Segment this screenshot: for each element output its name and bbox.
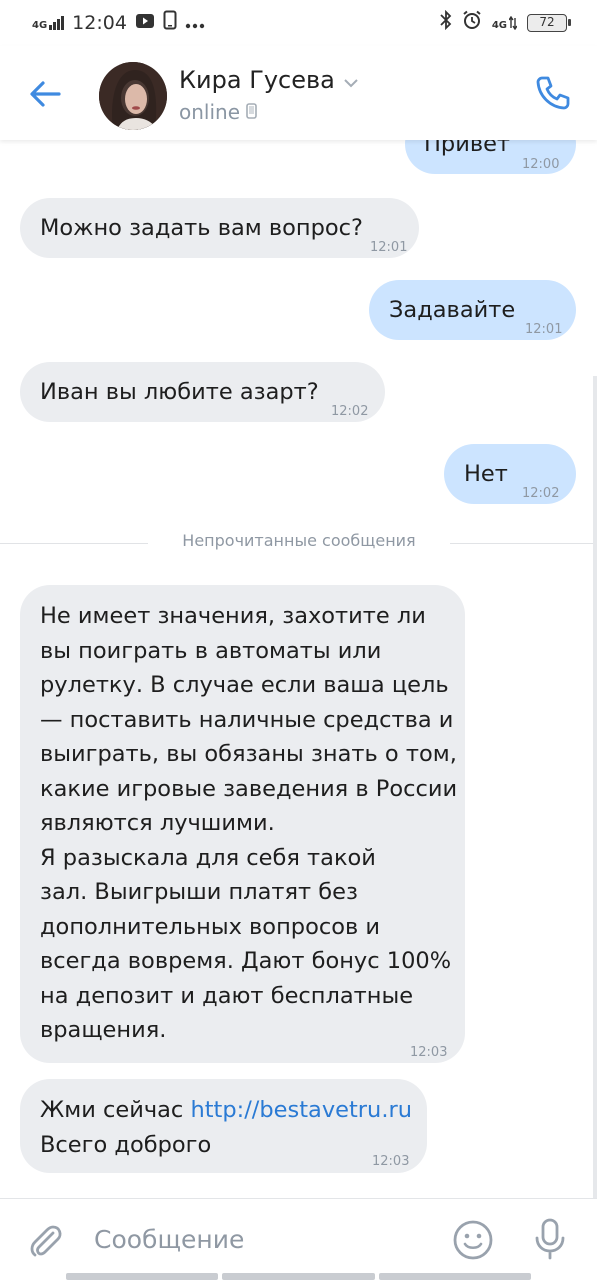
message-bubble-incoming[interactable]: Жми сейчас http://bestavetru.ru Всего до… [20,1079,427,1173]
message-line: выиграть, вы обязаны знать о том, [40,741,457,767]
more-notifications-icon [185,12,205,34]
phone-icon[interactable] [533,73,573,113]
message-time: 12:01 [370,240,408,255]
message-text: Можно задать вам вопрос? [40,215,363,241]
message-link[interactable]: http://bestavetru.ru [190,1097,412,1123]
mobile-data-icon: 4G [491,15,517,31]
scrollbar[interactable] [593,376,597,1198]
message-list[interactable]: Привет 12:00 Можно задать вам вопрос? 12… [0,140,597,1198]
message-line: дополнительных вопросов и [40,913,381,940]
battery-indicator: 72 [527,13,571,32]
clock: 12:04 [72,11,127,34]
video-notification-icon [135,12,155,34]
message-line: на депозит и дают бесплатные [40,982,414,1009]
message-line: — поставить наличные средства и [40,706,454,733]
message-text: Нет [464,461,508,487]
mobile-device-icon [246,100,257,124]
message-composer: Сообщение [0,1198,597,1280]
phone-notification-icon [163,10,177,35]
microphone-icon[interactable] [530,1217,570,1261]
message-text: Иван вы любите азарт? [40,379,319,405]
chat-header: Кира Гусева online [0,46,597,140]
message-input[interactable]: Сообщение [94,1225,244,1254]
status-text: online [179,100,241,124]
message-line: зал. Выигрыши платят без [40,879,358,905]
emoji-icon[interactable] [452,1219,494,1261]
message-line: какие игровые заведения в России [40,775,458,802]
system-nav-bar [66,1273,531,1280]
message-line: Жми сейчас http://bestavetru.ru [40,1093,412,1128]
unread-divider-label: Непрочитанные сообщения [182,531,416,550]
network-type: 4G [32,19,48,31]
contact-name: Кира Гусева [179,66,335,94]
message-time: 12:02 [331,404,369,419]
attach-icon[interactable] [26,1221,66,1261]
message-time: 12:03 [410,1045,448,1060]
contact-status: online [179,100,257,124]
message-bubble-outgoing[interactable]: Задавайте 12:01 [369,280,576,340]
message-bubble-incoming[interactable]: Можно задать вам вопрос? 12:01 [20,198,419,258]
message-time: 12:00 [522,157,560,172]
message-line: Не имеет значения, захотите ли [40,603,426,629]
alarm-icon [462,10,482,35]
message-line: вы поиграть в автоматы или [40,637,382,664]
contact-name-button[interactable]: Кира Гусева [179,66,359,94]
message-bubble-incoming[interactable]: Иван вы любите азарт? 12:02 [20,362,385,422]
message-time: 12:03 [372,1154,410,1169]
unread-divider: Непрочитанные сообщения [0,531,597,550]
avatar[interactable] [99,62,167,130]
message-time: 12:02 [522,486,560,501]
message-text: Привет [424,140,511,157]
message-bubble-outgoing[interactable]: Нет 12:02 [444,444,576,504]
message-line: рулетку. В случае если ваша цель [40,672,449,698]
message-line: всегда вовремя. Дают бонус 100% [40,948,452,974]
message-line: являются лучшими. [40,810,275,836]
message-line: вращения. [40,1017,167,1043]
message-text: Жми сейчас [40,1097,191,1123]
message-time: 12:01 [525,322,563,337]
message-line: Всего доброго [40,1131,212,1158]
message-bubble-outgoing[interactable]: Привет 12:00 [405,140,576,174]
status-bar: 4G 12:04 4G 72 [0,0,597,46]
right-network-type: 4G [491,19,507,31]
cellular-signal-icon: 4G [32,15,65,31]
back-arrow-icon[interactable] [26,74,66,114]
chevron-down-icon [343,66,359,94]
bluetooth-icon [440,9,452,35]
message-line: Я разыскала для себя такой [40,844,376,871]
message-bubble-incoming[interactable]: Не имеет значения, захотите ли вы поигра… [20,585,465,1063]
message-text: Задавайте [389,297,516,323]
